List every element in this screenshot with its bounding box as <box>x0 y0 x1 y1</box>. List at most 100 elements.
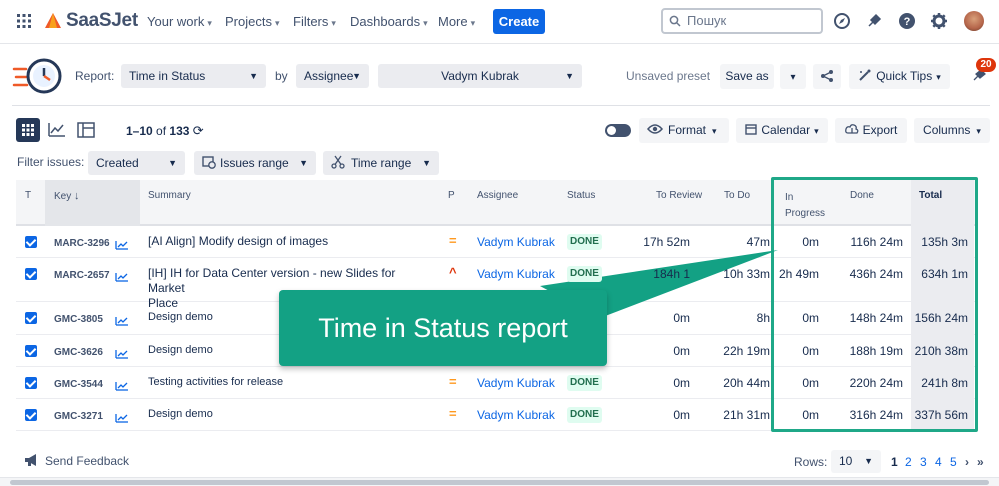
scrollbar-thumb[interactable] <box>10 480 989 485</box>
issue-summary: [IH] IH for Data Center version - new Sl… <box>148 266 428 311</box>
nav-your-work[interactable]: Your work ▾ <box>147 14 212 29</box>
column-header-to-review[interactable]: To Review <box>656 190 702 201</box>
trend-chart-icon[interactable] <box>115 313 129 326</box>
settings-gear-icon[interactable] <box>930 12 948 30</box>
trend-chart-icon[interactable] <box>115 269 129 282</box>
in-progress-value: 0m <box>802 235 819 249</box>
nav-filters[interactable]: Filters ▾ <box>293 14 336 29</box>
row-checkbox[interactable] <box>25 312 37 324</box>
share-button[interactable] <box>813 64 841 89</box>
issue-key-link[interactable]: MARC-2657 <box>54 270 110 281</box>
group-by-select[interactable]: Assignee ▼ <box>296 64 369 88</box>
issues-range-select[interactable]: Issues range ▼ <box>194 151 316 175</box>
brand-logo[interactable]: SaaSJet <box>44 10 138 32</box>
create-button[interactable]: Create <box>493 9 545 34</box>
chevron-down-icon: ▾ <box>331 18 336 28</box>
grid-view-button[interactable] <box>16 118 40 142</box>
page-1-link[interactable]: 1 <box>891 455 898 469</box>
page-5-link[interactable]: 5 <box>950 455 957 469</box>
notifications-icon[interactable] <box>865 12 883 30</box>
created-filter-select[interactable]: Created ▼ <box>88 151 185 175</box>
assignee-link[interactable]: Vadym Kubrak <box>477 376 555 390</box>
format-button[interactable]: Format ▾ <box>639 118 729 143</box>
chart-view-icon[interactable] <box>48 122 66 138</box>
assignee-link[interactable]: Vadym Kubrak <box>477 408 555 422</box>
quick-tips-button[interactable]: Quick Tips ▾ <box>849 64 950 89</box>
row-checkbox[interactable] <box>25 236 37 248</box>
report-type-select[interactable]: Time in Status ▼ <box>121 64 266 88</box>
trend-chart-icon[interactable] <box>115 410 129 423</box>
trend-chart-icon[interactable] <box>115 237 129 250</box>
display-toggle[interactable] <box>605 124 631 137</box>
grid-view-icon <box>22 124 34 136</box>
user-avatar[interactable] <box>964 11 984 31</box>
chevron-down-icon: ▼ <box>352 71 361 81</box>
column-header-type[interactable]: T <box>25 190 31 201</box>
column-header-priority[interactable]: P <box>448 190 455 201</box>
issue-key-link[interactable]: GMC-3544 <box>54 379 103 390</box>
page-2-link[interactable]: 2 <box>905 455 912 469</box>
column-header-summary[interactable]: Summary <box>148 190 191 201</box>
issue-key-link[interactable]: GMC-3626 <box>54 347 103 358</box>
to-do-value: 47m <box>746 235 770 249</box>
chevron-down-icon: ▾ <box>470 18 476 28</box>
chevron-down-icon: ▼ <box>299 158 308 168</box>
to-do-value: 21h 31m <box>723 408 770 422</box>
refresh-icon[interactable]: ⟳ <box>193 123 204 138</box>
cloud-upload-icon <box>844 124 859 134</box>
column-header-status[interactable]: Status <box>567 190 595 201</box>
save-options-button[interactable]: ▾ <box>780 64 806 89</box>
to-review-value: 184h 1 <box>653 267 690 281</box>
search-input[interactable]: Пошук <box>661 8 823 34</box>
row-checkbox[interactable] <box>25 345 37 357</box>
app-switcher-icon[interactable] <box>16 13 32 29</box>
horizontal-scrollbar[interactable] <box>0 477 999 486</box>
nav-projects[interactable]: Projects ▾ <box>225 14 280 29</box>
send-feedback-link[interactable]: Send Feedback <box>24 453 129 468</box>
issue-summary: Design demo <box>148 343 428 358</box>
user-select[interactable]: Vadym Kubrak ▼ <box>378 64 582 88</box>
chevron-down-icon: ▾ <box>274 18 280 28</box>
page-3-link[interactable]: 3 <box>920 455 927 469</box>
nav-more[interactable]: More ▾ <box>438 14 475 29</box>
row-checkbox[interactable] <box>25 377 37 389</box>
share-icon <box>821 70 833 82</box>
export-button[interactable]: Export <box>835 118 907 143</box>
next-page-chevron-icon[interactable]: › <box>965 455 969 469</box>
row-checkbox[interactable] <box>25 268 37 280</box>
assignee-link[interactable]: Vadym Kubrak <box>477 235 555 249</box>
total-value: 210h 38m <box>914 344 968 358</box>
chevron-down-icon: ▾ <box>976 126 981 136</box>
calendar-button[interactable]: Calendar ▾ <box>736 118 828 143</box>
column-header-key[interactable]: Key ↓ <box>54 190 80 202</box>
issue-key-link[interactable]: GMC-3271 <box>54 411 103 422</box>
key-column-header-bg <box>45 180 140 226</box>
time-range-select[interactable]: Time range ▼ <box>323 151 439 175</box>
row-checkbox[interactable] <box>25 409 37 421</box>
chevron-down-icon: ▼ <box>168 158 177 168</box>
help-icon[interactable]: ? <box>898 12 916 30</box>
chevron-down-icon: ▾ <box>207 18 212 28</box>
last-page-chevron-icon[interactable]: » <box>977 455 984 469</box>
rows-per-page-select[interactable]: 10 ▼ <box>831 450 881 473</box>
time-columns-highlight <box>771 177 978 432</box>
summary-line: [AI Align] Modify design of images <box>148 234 329 248</box>
nav-dashboards[interactable]: Dashboards ▾ <box>350 14 428 29</box>
assignee-link[interactable]: Vadym Kubrak <box>477 267 555 281</box>
in-progress-value: 0m <box>802 311 819 325</box>
magic-wand-icon <box>859 69 871 81</box>
columns-button[interactable]: Columns ▾ <box>914 118 990 143</box>
compass-icon[interactable] <box>833 12 851 30</box>
table-view-icon[interactable] <box>77 122 95 138</box>
priority-medium-icon: = <box>449 374 457 389</box>
trend-chart-icon[interactable] <box>115 378 129 391</box>
issue-key-link[interactable]: MARC-3296 <box>54 238 110 249</box>
save-as-button[interactable]: Save as <box>720 64 774 89</box>
trend-chart-icon[interactable] <box>115 346 129 359</box>
column-header-assignee[interactable]: Assignee <box>477 190 518 201</box>
issue-key-link[interactable]: GMC-3805 <box>54 314 103 325</box>
to-review-value: 17h 52m <box>643 235 690 249</box>
page-4-link[interactable]: 4 <box>935 455 942 469</box>
chevron-down-icon: ▼ <box>864 456 873 466</box>
column-header-to-do[interactable]: To Do <box>724 190 750 201</box>
